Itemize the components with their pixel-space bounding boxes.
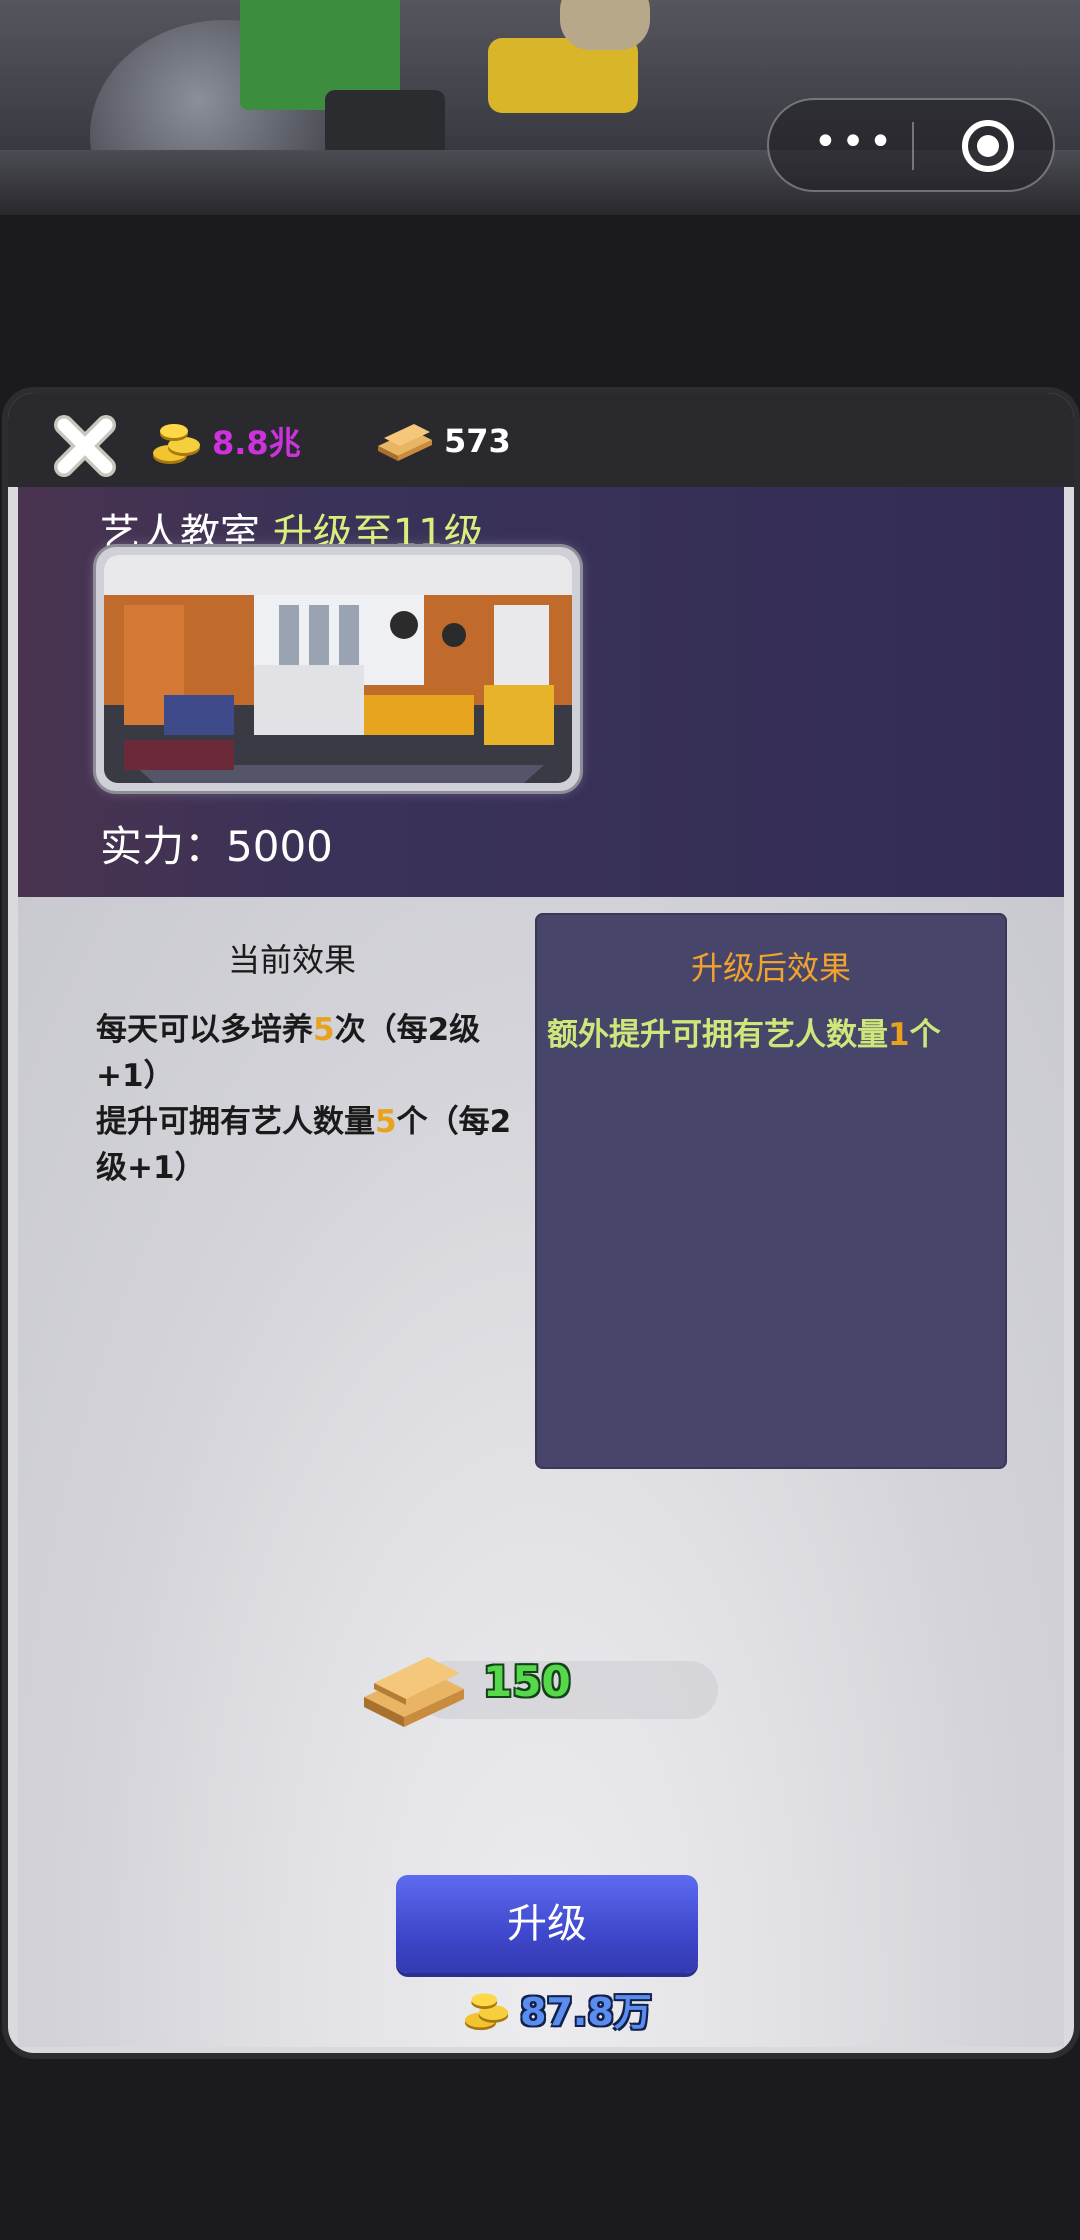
- after-effect-title: 升级后效果: [690, 949, 851, 987]
- building-header: 艺人教室 升级至11级 实力：5000: [18, 487, 1064, 897]
- classroom-image: [104, 555, 572, 783]
- effect-line2-num: 5: [375, 1104, 397, 1140]
- power-value: 5000: [226, 822, 333, 871]
- after-line-a: 额外提升可拥有艺人数量: [547, 1017, 888, 1053]
- current-effect-title: 当前效果: [228, 941, 357, 979]
- current-effect-text: 每天可以多培养5次（每2级+1） 提升可拥有艺人数量5个（每2级+1）: [96, 1007, 536, 1191]
- gold-bars-icon: [364, 1657, 464, 1727]
- upgrade-button[interactable]: 升级: [396, 1875, 698, 1973]
- gold-coins-icon: [153, 424, 200, 464]
- effect-line2-a: 提升可拥有艺人数量: [96, 1104, 375, 1140]
- gold-resource: 8.8兆: [150, 419, 301, 464]
- upgrade-price: 87.8万: [462, 1981, 652, 2036]
- effect-line1-num: 5: [313, 1012, 335, 1048]
- bars-resource: 573: [374, 419, 511, 463]
- more-dots-icon[interactable]: •••: [805, 122, 905, 168]
- after-line-b: 个: [909, 1017, 941, 1053]
- miniprogram-capsule: •••: [767, 98, 1055, 192]
- gold-amount: 8.8兆: [212, 424, 301, 462]
- gold-bars-icon: [378, 424, 432, 461]
- upgrade-dialog: 8.8兆 573 艺人教室 升级至11级 实力：5000 当前效果 每天可以多培…: [8, 393, 1074, 2053]
- effect-line1-a: 每天可以多培养: [96, 1012, 313, 1048]
- effects-panel: 当前效果 每天可以多培养5次（每2级+1） 提升可拥有艺人数量5个（每2级+1）…: [18, 897, 1064, 2047]
- gold-coins-icon: [464, 1992, 509, 2030]
- price-amount: 87.8万: [520, 1990, 652, 2034]
- power-stat: 实力：5000: [100, 813, 333, 874]
- background-scene: •••: [0, 0, 1080, 215]
- cost-amount: 150: [483, 1657, 571, 1706]
- close-icon[interactable]: [50, 411, 120, 481]
- scene-prop: [560, 0, 650, 50]
- resource-bar: 8.8兆 573: [8, 393, 1074, 487]
- after-effect-box: 升级后效果 额外提升可拥有艺人数量1个: [535, 913, 1007, 1469]
- power-label: 实力：: [100, 822, 227, 871]
- after-effect-text: 额外提升可拥有艺人数量1个: [547, 1009, 941, 1054]
- building-image-frame: [96, 547, 580, 791]
- bars-amount: 573: [444, 422, 511, 460]
- capsule-divider: [912, 122, 914, 170]
- after-line-num: 1: [888, 1017, 910, 1053]
- target-icon[interactable]: [962, 120, 1014, 172]
